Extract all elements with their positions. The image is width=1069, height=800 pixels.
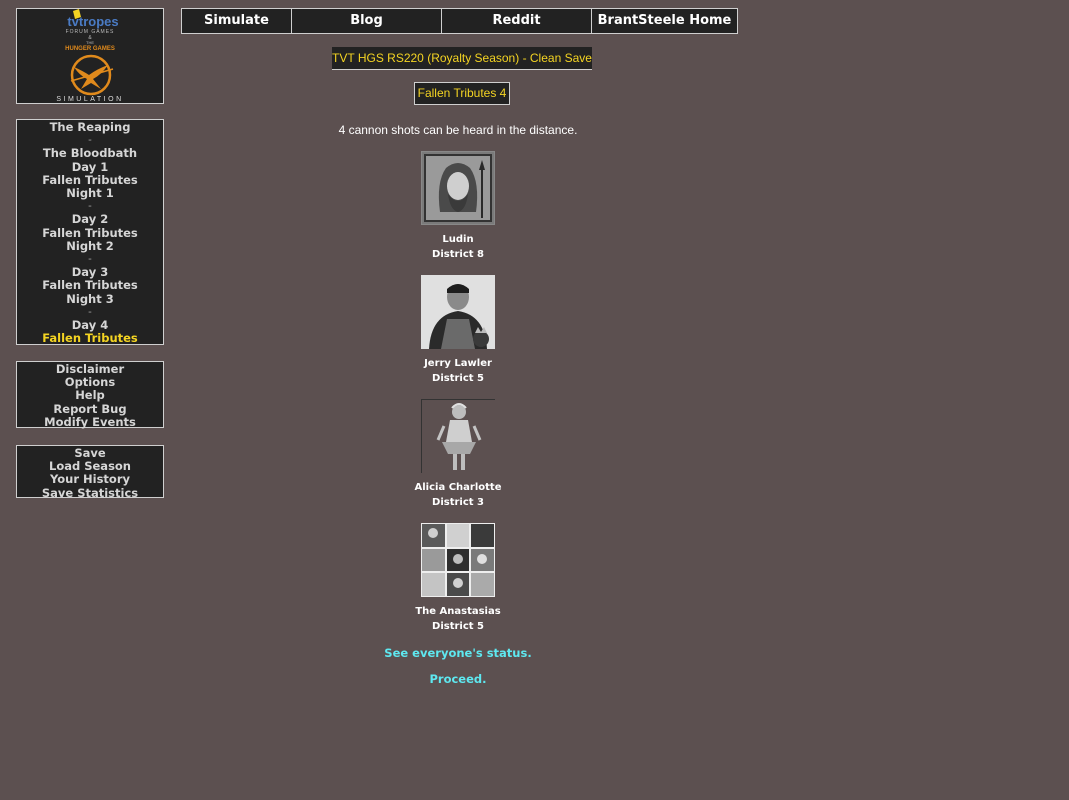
tribute-district: District 5 (432, 621, 484, 632)
tribute-name: Ludin (442, 234, 474, 245)
reddit-button[interactable]: Reddit (442, 9, 592, 33)
logo-hunger-games-text: HUNGER GAMES (65, 46, 115, 52)
logo-the-text: THE (86, 40, 94, 45)
menu-modify-events[interactable]: Modify Events (17, 415, 163, 429)
proceed-link[interactable]: Proceed. (318, 672, 598, 686)
tribute-card: The Anastasias District 5 (398, 523, 518, 634)
nav-fallen-tributes-4[interactable]: Fallen Tributes (17, 332, 163, 345)
nav-fallen-tributes-2[interactable]: Fallen Tributes (17, 226, 163, 240)
tribute-card: Jerry Lawler District 5 (398, 275, 518, 386)
tribute-portrait (421, 275, 495, 349)
nav-the-bloodbath[interactable]: The Bloodbath (17, 147, 163, 160)
nav-night-1[interactable]: Night 1 (17, 186, 163, 200)
brantsteele-home-button[interactable]: BrantSteele Home (592, 9, 737, 33)
tribute-district: District 8 (432, 249, 484, 260)
tribute-district: District 5 (432, 373, 484, 384)
tribute-district: District 3 (432, 497, 484, 508)
tribute-card: Ludin District 8 (398, 151, 518, 262)
tribute-portrait (421, 399, 495, 473)
info-menu: Disclaimer Options Help Report Bug Modif… (16, 361, 164, 429)
see-status-link[interactable]: See everyone's status. (318, 646, 598, 660)
hunger-games-logo: tvtropes FORUM GAMES & THE HUNGER GAMES … (17, 9, 163, 103)
tribute-portrait (421, 151, 495, 225)
logo-brand-text: tvtropes (67, 14, 118, 29)
top-navigation: Simulate Blog Reddit BrantSteele Home (181, 8, 738, 34)
nav-day-1[interactable]: Day 1 (17, 160, 163, 174)
nav-day-2[interactable]: Day 2 (17, 213, 163, 226)
menu-report-bug[interactable]: Report Bug (17, 402, 163, 416)
cannon-message: 4 cannon shots can be heard in the dista… (338, 123, 578, 137)
season-title: TVT HGS RS220 (Royalty Season) - Clean S… (332, 47, 592, 70)
phase-title: Fallen Tributes 4 (414, 82, 510, 105)
logo-simulation-text: SIMULATION (56, 96, 123, 103)
blog-button[interactable]: Blog (292, 9, 442, 33)
menu-your-history[interactable]: Your History (17, 473, 163, 486)
menu-help[interactable]: Help (17, 389, 163, 402)
nav-the-reaping[interactable]: The Reaping (17, 120, 163, 134)
tribute-portrait (421, 523, 495, 597)
site-logo[interactable]: tvtropes FORUM GAMES & THE HUNGER GAMES … (16, 8, 164, 104)
tribute-name: Jerry Lawler (424, 358, 492, 369)
tribute-card: Alicia Charlotte District 3 (398, 399, 518, 510)
game-navigation: The Reaping - The Bloodbath Day 1 Fallen… (16, 119, 164, 345)
tribute-name: The Anastasias (415, 606, 501, 617)
nav-night-2[interactable]: Night 2 (17, 239, 163, 253)
simulate-button[interactable]: Simulate (182, 9, 292, 33)
nav-night-3[interactable]: Night 3 (17, 292, 163, 306)
tribute-name: Alicia Charlotte (414, 482, 502, 493)
menu-save-statistics[interactable]: Save Statistics (17, 486, 163, 500)
save-menu: Save Load Season Your History Save Stati… (16, 445, 164, 500)
nav-fallen-tributes-3[interactable]: Fallen Tributes (17, 279, 163, 292)
